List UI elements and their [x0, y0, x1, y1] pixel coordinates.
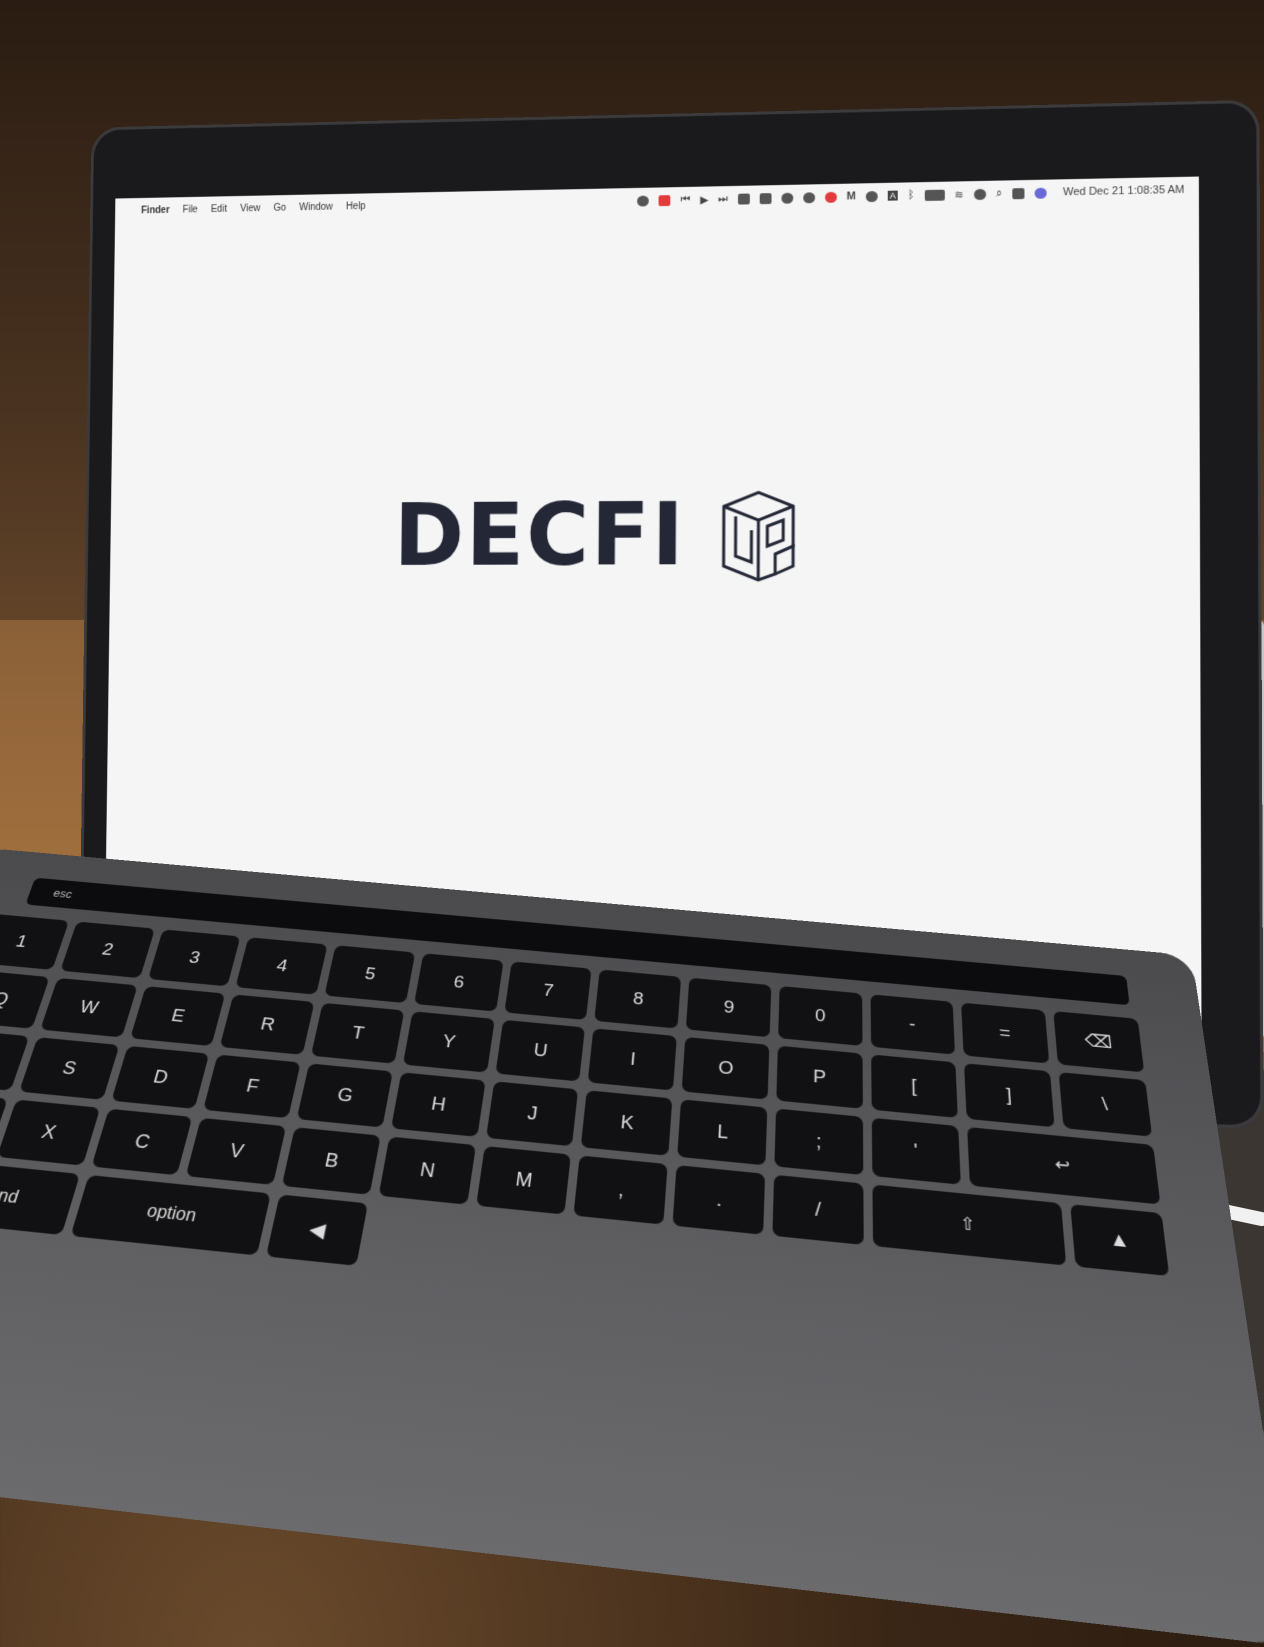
key-left-bracket[interactable]: [ [870, 1054, 959, 1119]
key-2[interactable]: 2 [60, 921, 155, 979]
key-b[interactable]: B [281, 1127, 381, 1195]
laptop-keyboard-deck: esc 1 2 3 4 5 6 7 8 9 0 - = ⌫ Q W E R T … [0, 847, 1264, 1647]
user-icon[interactable] [973, 188, 986, 200]
layout-icon[interactable] [737, 193, 750, 205]
key-y[interactable]: Y [402, 1011, 495, 1073]
key-equals[interactable]: = [961, 1002, 1050, 1064]
key-8[interactable]: 8 [594, 969, 682, 1029]
key-x[interactable]: X [0, 1099, 100, 1166]
key-7[interactable]: 7 [503, 961, 592, 1021]
key-l[interactable]: L [677, 1099, 768, 1166]
key-u[interactable]: U [495, 1019, 586, 1082]
key-o[interactable]: O [681, 1036, 770, 1100]
key-i[interactable]: I [588, 1028, 678, 1091]
key-s[interactable]: S [18, 1037, 120, 1100]
menu-file[interactable]: File [183, 204, 198, 215]
key-d[interactable]: D [110, 1045, 210, 1109]
esc-key[interactable]: esc [52, 887, 74, 900]
decfi-cube-logo-icon [713, 486, 803, 582]
notification-app-icon[interactable] [824, 191, 837, 203]
key-q[interactable]: Q [0, 969, 50, 1029]
key-command[interactable]: command [0, 1155, 80, 1235]
media-previous-icon[interactable]: ⏮ [681, 193, 691, 206]
key-up-arrow[interactable]: ▲ [1070, 1204, 1170, 1277]
key-right-bracket[interactable]: ] [964, 1063, 1055, 1128]
key-return[interactable]: ↩ [967, 1127, 1161, 1205]
menu-bar-left: Finder File Edit View Go Window Help [128, 201, 366, 216]
key-1[interactable]: 1 [0, 913, 69, 970]
key-3[interactable]: 3 [147, 929, 241, 987]
menu-view[interactable]: View [240, 203, 260, 214]
app-name-finder[interactable]: Finder [141, 205, 170, 216]
key-quote[interactable]: ' [871, 1117, 962, 1185]
key-left-arrow[interactable]: ◀ [266, 1194, 368, 1266]
media-next-icon[interactable]: ⏭ [718, 192, 728, 205]
media-play-icon[interactable]: ▶ [700, 193, 708, 206]
app-badge-icon[interactable] [659, 194, 671, 206]
menu-bar-status: ⏮ ▶ ⏭ M A ᛒ ≋ ⌕ Wed Dec 21 1:08:35 AM [637, 183, 1185, 207]
key-delete[interactable]: ⌫ [1053, 1011, 1145, 1073]
key-n[interactable]: N [378, 1136, 476, 1205]
key-w[interactable]: W [39, 977, 138, 1038]
control-center-icon[interactable] [1012, 187, 1025, 199]
a-app-icon[interactable]: A [887, 190, 898, 201]
menu-bar: Finder File Edit View Go Window Help ⏮ ▶… [115, 177, 1199, 224]
logo-text: DECFI [393, 482, 687, 586]
key-t[interactable]: T [310, 1002, 405, 1064]
key-6[interactable]: 6 [413, 953, 504, 1012]
key-p[interactable]: P [776, 1045, 863, 1109]
menu-edit[interactable]: Edit [211, 203, 227, 214]
siri-icon[interactable] [1034, 187, 1047, 199]
menu-window[interactable]: Window [299, 201, 333, 212]
key-shift[interactable]: ⇧ [872, 1184, 1067, 1266]
key-slash[interactable]: / [772, 1174, 864, 1245]
key-9[interactable]: 9 [685, 977, 772, 1038]
key-c[interactable]: C [90, 1108, 193, 1176]
key-comma[interactable]: , [573, 1155, 668, 1225]
key-f[interactable]: F [203, 1054, 301, 1119]
wifi-icon[interactable]: ≋ [954, 188, 963, 201]
key-0[interactable]: 0 [778, 985, 863, 1046]
key-k[interactable]: K [581, 1090, 673, 1156]
search-icon[interactable]: ⌕ [996, 187, 1002, 200]
key-j[interactable]: J [485, 1081, 579, 1147]
key-g[interactable]: G [296, 1063, 393, 1128]
key-5[interactable]: 5 [324, 945, 416, 1004]
key-4[interactable]: 4 [235, 937, 328, 995]
m-app-icon[interactable]: M [847, 190, 856, 202]
record-icon[interactable] [781, 192, 794, 204]
menu-go[interactable]: Go [273, 202, 286, 213]
key-semicolon[interactable]: ; [774, 1108, 863, 1176]
key-v[interactable]: V [185, 1117, 287, 1185]
shield-icon[interactable] [637, 195, 650, 207]
menu-bar-clock[interactable]: Wed Dec 21 1:08:35 AM [1063, 184, 1185, 198]
upload-icon[interactable] [759, 192, 772, 204]
key-option[interactable]: option [69, 1174, 271, 1256]
key-m[interactable]: M [475, 1145, 572, 1215]
decfi-logo: DECFI [393, 482, 802, 585]
key-backslash[interactable]: \ [1058, 1072, 1153, 1137]
umbrella-icon[interactable] [865, 190, 878, 202]
bluetooth-icon[interactable]: ᛒ [908, 189, 915, 201]
key-period[interactable]: . [672, 1165, 766, 1235]
battery-icon[interactable] [924, 189, 945, 201]
key-minus[interactable]: - [870, 994, 956, 1055]
key-h[interactable]: H [390, 1072, 486, 1137]
key-r[interactable]: R [219, 994, 315, 1055]
menu-help[interactable]: Help [346, 201, 366, 212]
key-e[interactable]: E [129, 986, 226, 1047]
cloud-icon[interactable] [802, 191, 815, 203]
